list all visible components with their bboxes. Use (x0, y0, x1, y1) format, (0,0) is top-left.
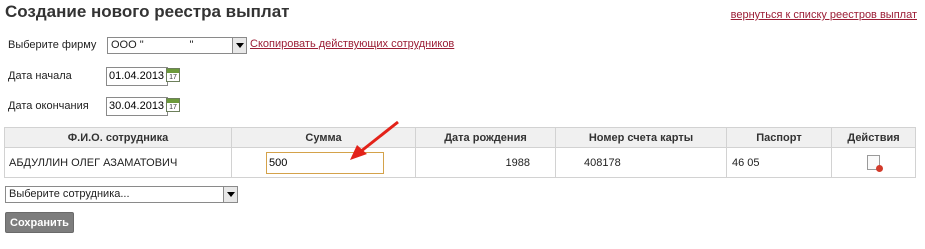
header-name: Ф.И.О. сотрудника (4, 127, 232, 148)
copy-employees-link[interactable]: Скопировать действующих сотрудников (250, 38, 454, 50)
employee-select[interactable]: Выберите сотрудника... (5, 186, 238, 203)
page-title: Создание нового реестра выплат (5, 2, 290, 21)
sum-cell (231, 147, 416, 178)
end-date-input[interactable] (106, 97, 168, 116)
header-passport: Паспорт (726, 127, 832, 148)
back-to-registers-link[interactable]: вернуться к списку реестров выплат (731, 9, 917, 21)
employee-name: АБДУЛЛИН ОЛЕГ АЗАМАТОВИЧ (4, 147, 232, 178)
delete-document-icon[interactable] (867, 155, 883, 172)
calendar-icon[interactable]: 17 (166, 98, 180, 112)
start-date-label: Дата начала (8, 70, 72, 82)
chevron-down-icon[interactable] (232, 38, 246, 53)
header-sum: Сумма (231, 127, 416, 148)
firm-label: Выберите фирму (8, 39, 97, 51)
table-row: АБДУЛЛИН ОЛЕГ АЗАМАТОВИЧ 1988 408178 46 … (4, 147, 916, 178)
birth-year: 1988 (415, 147, 556, 178)
header-actions: Действия (831, 127, 916, 148)
header-birth: Дата рождения (415, 127, 556, 148)
sum-input[interactable] (266, 151, 384, 174)
start-date-input[interactable] (106, 67, 168, 86)
header-card: Номер счета карты (555, 127, 727, 148)
firm-select[interactable]: ООО " " (107, 37, 247, 54)
firm-select-value: ООО " " (111, 39, 194, 51)
actions-cell (831, 147, 916, 178)
save-button[interactable]: Сохранить (5, 212, 74, 233)
chevron-down-icon[interactable] (223, 187, 237, 202)
calendar-icon[interactable]: 17 (166, 68, 180, 82)
employees-table: Ф.И.О. сотрудника Сумма Дата рождения Но… (4, 127, 916, 178)
table-header-row: Ф.И.О. сотрудника Сумма Дата рождения Но… (4, 127, 916, 148)
card-number: 408178 (555, 147, 727, 178)
employee-select-placeholder: Выберите сотрудника... (9, 188, 130, 200)
end-date-label: Дата окончания (8, 100, 89, 112)
passport: 46 05 (726, 147, 832, 178)
